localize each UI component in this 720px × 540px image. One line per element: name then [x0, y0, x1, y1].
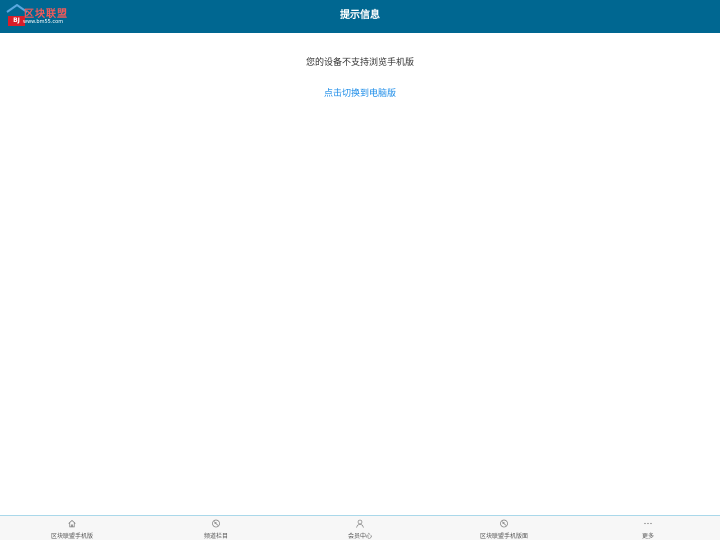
- nav-item-mobile-page[interactable]: 区块联盟手机版面: [432, 516, 576, 540]
- nav-item-member[interactable]: 会员中心: [288, 516, 432, 540]
- page-title: 提示信息: [340, 10, 380, 21]
- nav-label-home: 区块联盟手机版: [50, 533, 93, 540]
- nav-item-channels[interactable]: 频道栏目: [144, 516, 288, 540]
- switch-to-desktop-container: 点击切换到电脑版: [0, 86, 720, 99]
- compass-icon: [500, 519, 508, 528]
- home-icon: [68, 520, 76, 528]
- more-icon: [644, 522, 652, 525]
- nav-item-more[interactable]: 更多: [576, 516, 720, 540]
- nav-label-mobile-page: 区块联盟手机版面: [479, 533, 528, 540]
- nav-label-member: 会员中心: [347, 533, 372, 540]
- bottom-nav: 区块联盟手机版 频道栏目 会员中心 区块联盟手机版面 更多: [0, 515, 720, 540]
- page: BJ 区块联盟 www.bm55.com 提示信息 您的设备不支持浏览手机版 点…: [0, 0, 720, 540]
- compass-icon: [212, 519, 220, 528]
- nav-label-channels: 频道栏目: [203, 533, 228, 540]
- nav-label-more: 更多: [641, 533, 654, 540]
- header-bar: BJ 区块联盟 www.bm55.com 提示信息: [0, 0, 720, 33]
- switch-to-desktop-link[interactable]: 点击切换到电脑版: [324, 89, 396, 99]
- user-icon: [356, 519, 364, 528]
- nav-item-home[interactable]: 区块联盟手机版: [0, 516, 144, 540]
- unsupported-message: 您的设备不支持浏览手机版: [305, 58, 414, 68]
